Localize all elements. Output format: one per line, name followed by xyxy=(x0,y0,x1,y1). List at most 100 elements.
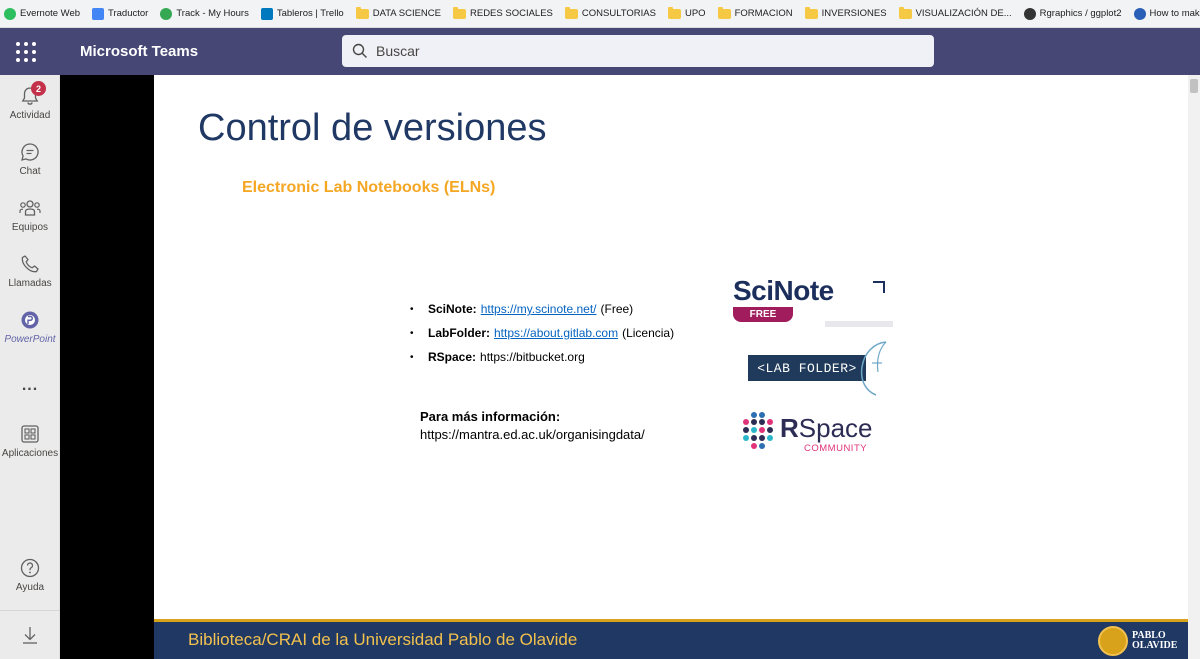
scinote-sci: Sci xyxy=(733,275,774,306)
waffle-icon xyxy=(16,41,36,62)
slide-title: Control de versiones xyxy=(198,107,547,149)
powerpoint-icon xyxy=(21,311,39,329)
tool-link[interactable]: https://about.gitlab.com xyxy=(494,326,618,340)
teams-header: Microsoft Teams xyxy=(0,28,1200,75)
rail-label: Ayuda xyxy=(15,582,45,593)
download-button[interactable] xyxy=(0,610,60,659)
tool-name: LabFolder: xyxy=(428,326,490,340)
bookmark-label: UPO xyxy=(684,8,706,19)
bookmark-item[interactable]: FORMACION xyxy=(717,6,793,19)
rspace-space: Space xyxy=(798,413,873,443)
rail-label: Equipos xyxy=(11,222,49,233)
folder-icon xyxy=(564,6,578,19)
folder-icon xyxy=(453,6,466,19)
bullet-icon: • xyxy=(410,303,414,315)
tool-url-text: https://bitbucket.org xyxy=(480,350,585,364)
more-info-url: https://mantra.ed.ac.uk/organisingdata/ xyxy=(420,427,645,442)
bookmark-label: CONSULTORIAS xyxy=(581,8,656,19)
rspace-logo: RSpace COMMUNITY xyxy=(740,409,900,459)
list-item: • LabFolder: https://about.gitlab.com (L… xyxy=(410,321,674,345)
bookmark-item[interactable]: CONSULTORIAS xyxy=(564,6,656,19)
list-item: • SciNote: https://my.scinote.net/ (Free… xyxy=(410,297,674,321)
folder-icon xyxy=(898,6,912,19)
translate-icon xyxy=(92,7,105,20)
more-icon: ... xyxy=(21,377,39,394)
bookmark-item[interactable]: VISUALIZACIÓN DE... xyxy=(898,6,1012,19)
bookmark-item[interactable]: UPO xyxy=(667,6,706,19)
search-box[interactable] xyxy=(342,35,934,67)
rail-item-more[interactable]: ... xyxy=(0,360,60,412)
rail-item-aplicaciones[interactable]: Aplicaciones xyxy=(0,415,60,467)
scinote-logo-edge xyxy=(825,321,893,327)
scrollbar-thumb[interactable] xyxy=(1190,79,1198,93)
rail-item-actividad[interactable]: 2 Actividad xyxy=(0,77,60,129)
bookmark-item[interactable]: Track - My Hours xyxy=(160,7,249,20)
bookmark-item[interactable]: REDES SOCIALES xyxy=(453,6,553,19)
tool-link[interactable]: https://my.scinote.net/ xyxy=(481,302,597,316)
r-icon xyxy=(1133,7,1146,20)
rspace-dots-icon xyxy=(743,412,773,449)
folder-icon xyxy=(667,6,681,19)
search-input[interactable] xyxy=(376,43,896,59)
trello-icon xyxy=(260,7,273,20)
search-icon xyxy=(352,43,367,58)
bullet-icon: • xyxy=(410,327,414,339)
more-info: Para más información: https://mantra.ed.… xyxy=(420,408,645,444)
bookmark-label: Track - My Hours xyxy=(176,8,249,19)
rail-item-llamadas[interactable]: Llamadas xyxy=(0,245,60,297)
more-info-label: Para más información: xyxy=(420,409,561,424)
rail-label: Llamadas xyxy=(8,278,52,289)
bookmark-item[interactable]: Tableros | Trello xyxy=(260,7,344,20)
bookmarks-bar: Evernote Web Traductor Track - My Hours Tab… xyxy=(0,0,1200,28)
folder-icon xyxy=(804,6,818,19)
rgraphics-icon xyxy=(1023,7,1036,20)
upo-wordmark: PABLO OLAVIDE xyxy=(1132,631,1177,651)
labfolder-logo: <LAB FOLDER> xyxy=(746,339,892,399)
bookmark-label: Traductor xyxy=(108,8,149,19)
scinote-corner-icon xyxy=(873,281,885,293)
scrollbar[interactable] xyxy=(1188,75,1200,659)
list-item: • RSpace: https://bitbucket.org xyxy=(410,345,674,369)
rail-item-ayuda[interactable]: Ayuda xyxy=(0,549,60,601)
bookmark-label: Evernote Web xyxy=(20,8,81,19)
tool-note: (Free) xyxy=(600,302,634,316)
rail-label: Chat xyxy=(19,166,41,177)
presentation-slide: Control de versiones Electronic Lab Note… xyxy=(154,75,1188,659)
eln-tool-list: • SciNote: https://my.scinote.net/ (Free… xyxy=(410,297,674,369)
left-rail: 2 Actividad Chat Equipos Llamadas PowerP… xyxy=(0,75,60,659)
tool-name: SciNote: xyxy=(428,302,477,316)
footer-text: Biblioteca/CRAI de la Universidad Pablo … xyxy=(188,630,578,649)
tool-name: RSpace: xyxy=(428,350,477,364)
evernote-icon xyxy=(4,7,16,20)
bookmark-item[interactable]: Evernote Web xyxy=(4,7,81,20)
folder-icon xyxy=(355,6,369,19)
rail-item-powerpoint[interactable]: PowerPoint xyxy=(0,301,60,353)
bookmark-label: INVERSIONES xyxy=(821,8,887,19)
rspace-wordmark: RSpace xyxy=(780,413,873,444)
bookmark-item[interactable]: How to make any p... xyxy=(1133,7,1200,20)
teams-icon xyxy=(19,200,41,216)
bookmark-item[interactable]: DATA SCIENCE xyxy=(355,6,441,19)
rspace-r: R xyxy=(780,413,799,443)
bookmark-label: DATA SCIENCE xyxy=(372,8,441,19)
clock-icon xyxy=(160,7,173,20)
bookmark-label: How to make any p... xyxy=(1149,8,1200,19)
rspace-community-label: COMMUNITY xyxy=(804,443,868,454)
bookmark-item[interactable]: Rgraphics / ggplot2 xyxy=(1023,7,1122,20)
bookmark-label: FORMACION xyxy=(734,8,793,19)
bookmark-item[interactable]: Traductor xyxy=(92,7,149,20)
tool-note: (Licencia) xyxy=(622,326,675,340)
rail-label: PowerPoint xyxy=(4,334,56,345)
phone-icon xyxy=(21,255,39,273)
rail-label: Aplicaciones xyxy=(1,448,59,459)
bookmark-item[interactable]: INVERSIONES xyxy=(804,6,887,19)
scinote-free-badge: FREE xyxy=(733,307,793,322)
activity-badge: 2 xyxy=(31,81,46,96)
scinote-logo: SciNote FREE xyxy=(713,265,893,327)
bookmark-label: Rgraphics / ggplot2 xyxy=(1039,8,1122,19)
scinote-note: Note xyxy=(773,275,835,306)
rail-item-equipos[interactable]: Equipos xyxy=(0,189,60,241)
rail-item-chat[interactable]: Chat xyxy=(0,133,60,185)
app-launcher-button[interactable] xyxy=(0,28,52,75)
apps-icon xyxy=(21,425,39,443)
